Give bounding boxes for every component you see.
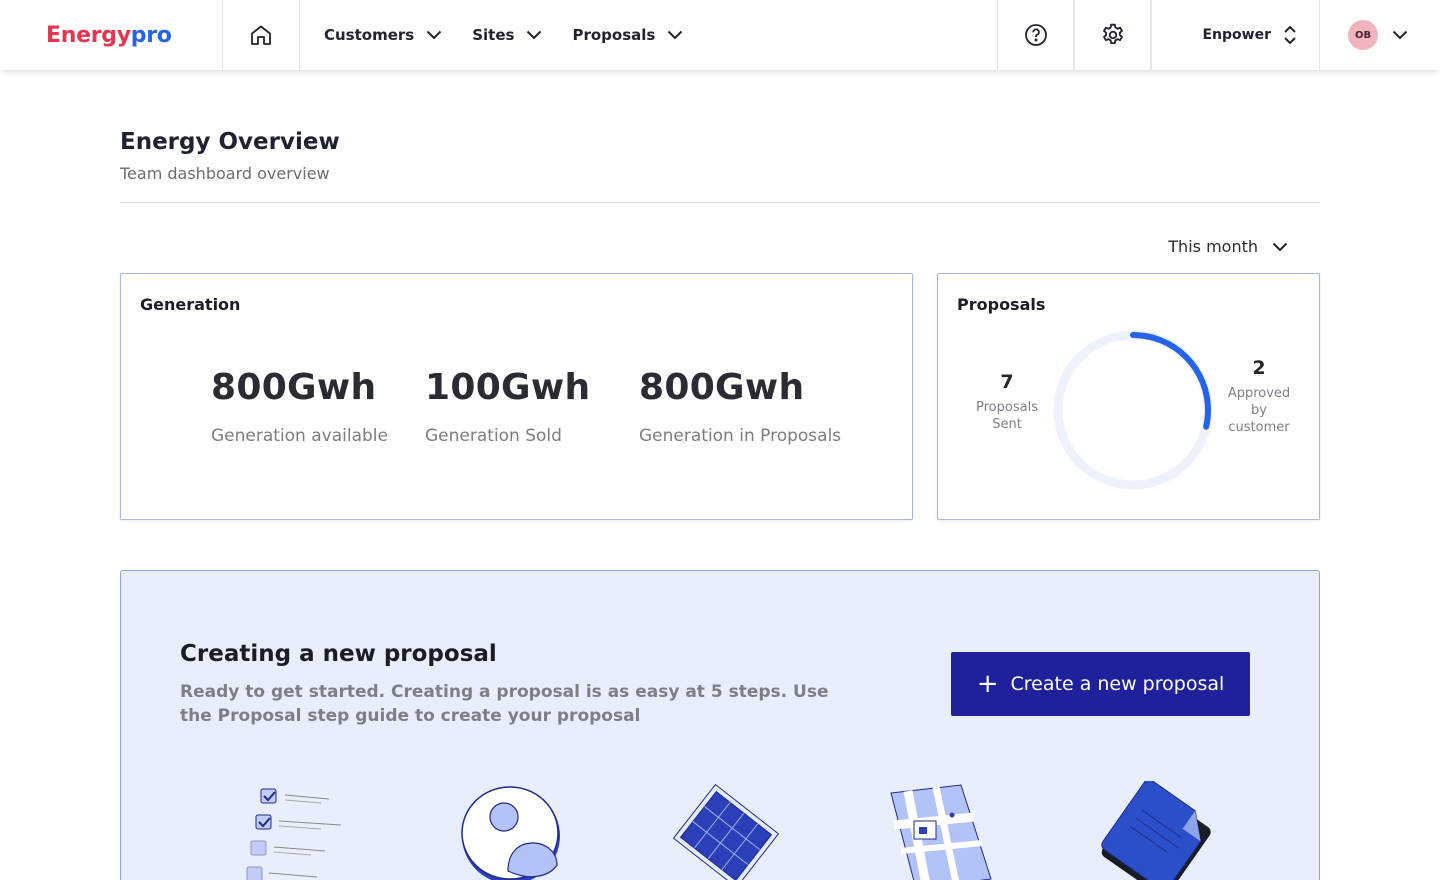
nav-proposals[interactable]: Proposals (572, 26, 683, 44)
nav-customers[interactable]: Customers (324, 26, 442, 44)
create-proposal-label: Create a new proposal (1010, 673, 1225, 695)
stat-caption: Generation in Proposals (639, 426, 842, 446)
create-proposal-button[interactable]: + Create a new proposal (951, 652, 1250, 716)
chevron-down-icon (527, 30, 542, 40)
logo-text-part1: Energy (46, 22, 131, 48)
org-name: Enpower (1202, 27, 1271, 43)
chevron-down-icon (427, 30, 442, 40)
help-button[interactable] (997, 0, 1074, 70)
proposals-sent-value: 7 (1000, 371, 1014, 393)
proposals-approved-value: 2 (1252, 357, 1266, 379)
banner-description: Ready to get started. Creating a proposa… (180, 682, 829, 726)
period-select[interactable]: This month (1168, 237, 1288, 256)
home-button[interactable] (223, 0, 300, 70)
chevron-down-icon (1272, 242, 1288, 251)
stat-generation-sold: 100Gwh Generation Sold (425, 367, 590, 446)
stat-caption: Generation Sold (425, 426, 562, 446)
settings-button[interactable] (1074, 0, 1151, 70)
proposals-card: Proposals 7 Proposals Sent 2 Approved by… (937, 273, 1320, 520)
generation-title: Generation (140, 295, 241, 314)
stat-generation-available: 800Gwh Generation available (211, 367, 388, 446)
banner-title: Creating a new proposal (180, 641, 497, 667)
stat-value: 800Gwh (211, 367, 377, 408)
proposals-approved-label-2: by (1251, 403, 1267, 418)
new-proposal-banner: Creating a new proposal Ready to get sta… (120, 570, 1320, 880)
proposals-sent-label-1: Proposals (976, 400, 1038, 415)
stat-value: 800Gwh (639, 367, 805, 408)
plus-icon: + (976, 669, 999, 699)
chevron-down-icon (668, 30, 683, 40)
nav-sites-label: Sites (472, 26, 515, 44)
user-menu[interactable]: OB (1319, 0, 1440, 70)
stat-value: 100Gwh (425, 367, 591, 408)
select-arrows-icon (1284, 25, 1296, 45)
proposals-sent-stat: 7 Proposals Sent (962, 371, 1052, 433)
map-illustration (890, 784, 992, 880)
document-illustration (1101, 781, 1211, 880)
chevron-down-icon (1392, 30, 1408, 40)
generation-card: Generation 800Gwh Generation available 1… (120, 273, 913, 520)
settings-icon (1102, 23, 1123, 45)
stat-generation-in-proposals: 800Gwh Generation in Proposals (639, 367, 841, 446)
solar-panel-illustration (672, 783, 780, 880)
help-icon (1024, 24, 1047, 46)
customer-illustration (461, 786, 560, 880)
proposals-donut (1053, 330, 1213, 490)
period-select-value: This month (1168, 237, 1258, 256)
logo-text-part2: pro (130, 22, 172, 48)
org-switcher[interactable]: Enpower (1151, 0, 1319, 70)
page-subtitle: Team dashboard overview (120, 164, 330, 183)
nav-proposals-label: Proposals (572, 26, 656, 44)
top-nav: Energy pro Customers Sites Proposals Enp… (0, 0, 1440, 70)
divider (120, 202, 1320, 203)
home-icon (251, 25, 271, 45)
proposals-title: Proposals (957, 295, 1046, 314)
main-menu: Customers Sites Proposals (300, 0, 997, 70)
checklist-illustration (246, 788, 342, 880)
page-title: Energy Overview (120, 129, 340, 155)
proposals-approved-label-1: Approved (1227, 386, 1291, 401)
proposals-approved-label-3: customer (1228, 420, 1290, 435)
stat-caption: Generation available (211, 426, 388, 446)
logo[interactable]: Energy pro (0, 0, 223, 70)
proposals-approved-stat: 2 Approved by customer (1216, 357, 1302, 436)
nav-customers-label: Customers (324, 26, 415, 44)
nav-sites[interactable]: Sites (472, 26, 542, 44)
avatar[interactable]: OB (1348, 20, 1378, 50)
proposals-sent-label-2: Sent (992, 417, 1022, 432)
